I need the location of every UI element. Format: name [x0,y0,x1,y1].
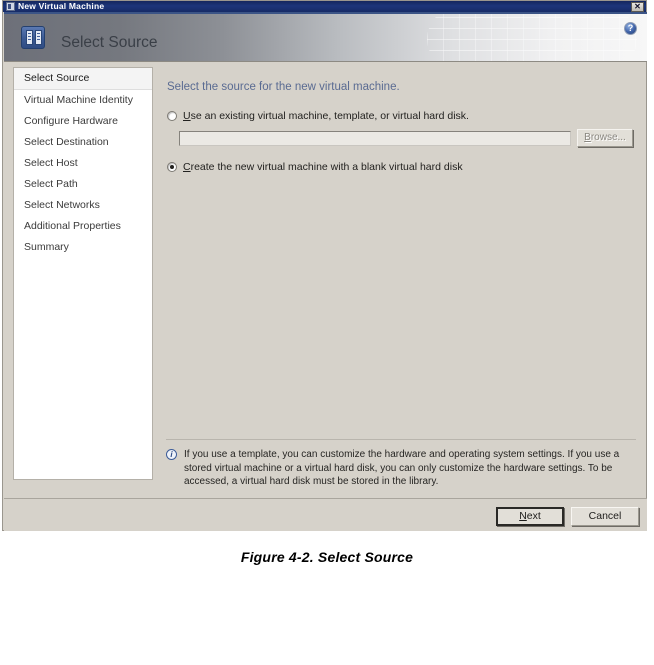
radio-use-existing-label[interactable]: Use an existing virtual machine, templat… [183,110,469,122]
cancel-button[interactable]: Cancel [571,507,639,526]
sidebar-item-additional-properties[interactable]: Additional Properties [14,216,152,237]
info-note: i If you use a template, you can customi… [166,448,636,489]
title-bar: New Virtual Machine [3,1,646,12]
browse-button[interactable]: Browse... [577,129,633,147]
radio-use-existing-mark[interactable] [167,111,177,121]
figure-caption: Figure 4-2. Select Source [240,549,414,565]
next-button-text: ext [526,510,541,522]
info-note-text: If you use a template, you can customize… [184,449,620,487]
radio-option-create-blank[interactable]: Create the new virtual machine with a bl… [167,161,463,173]
sidebar-item-select-destination[interactable]: Select Destination [14,132,152,153]
accelerator-letter-u: U [183,110,191,122]
help-question-icon[interactable]: ? [624,22,637,35]
radio-create-blank-label[interactable]: Create the new virtual machine with a bl… [183,161,463,173]
radio-option-use-existing[interactable]: Use an existing virtual machine, templat… [167,110,469,122]
new-virtual-machine-dialog: New Virtual Machine ✕ Select Source ? Se… [2,0,647,531]
note-divider [166,439,636,440]
header-accent-line [4,12,647,14]
dialog-body: Select Source Virtual Machine Identity C… [4,62,647,498]
vm-window-icon [6,2,15,11]
server-rack-icon [21,26,45,49]
wizard-header: Select Source ? [4,12,647,62]
wizard-step-list: Select Source Virtual Machine Identity C… [13,67,153,480]
main-heading: Select the source for the new virtual ma… [167,81,400,93]
dialog-footer: Next Cancel [4,498,647,531]
accelerator-letter-c: C [183,161,191,173]
sidebar-item-virtual-machine-identity[interactable]: Virtual Machine Identity [14,90,152,111]
window-title: New Virtual Machine [18,1,105,11]
page-title: Select Source [61,34,158,51]
source-path-input[interactable] [179,131,571,146]
accelerator-letter-b: B [584,132,591,143]
main-pane: Select the source for the new virtual ma… [164,67,638,487]
radio-use-existing-text: se an existing virtual machine, template… [190,110,469,122]
sidebar-item-select-path[interactable]: Select Path [14,174,152,195]
browse-button-text: rowse... [590,132,626,143]
accelerator-letter-n: N [519,510,527,522]
info-circle-icon: i [166,449,177,460]
sidebar-item-select-host[interactable]: Select Host [14,153,152,174]
sidebar-item-configure-hardware[interactable]: Configure Hardware [14,111,152,132]
close-button[interactable]: ✕ [631,2,644,12]
sidebar-item-select-source[interactable]: Select Source [14,68,152,90]
next-button[interactable]: Next [496,507,564,526]
sidebar-item-summary[interactable]: Summary [14,237,152,258]
radio-create-blank-text: reate the new virtual machine with a bla… [190,161,463,173]
radio-create-blank-mark[interactable] [167,162,177,172]
sidebar-item-select-networks[interactable]: Select Networks [14,195,152,216]
